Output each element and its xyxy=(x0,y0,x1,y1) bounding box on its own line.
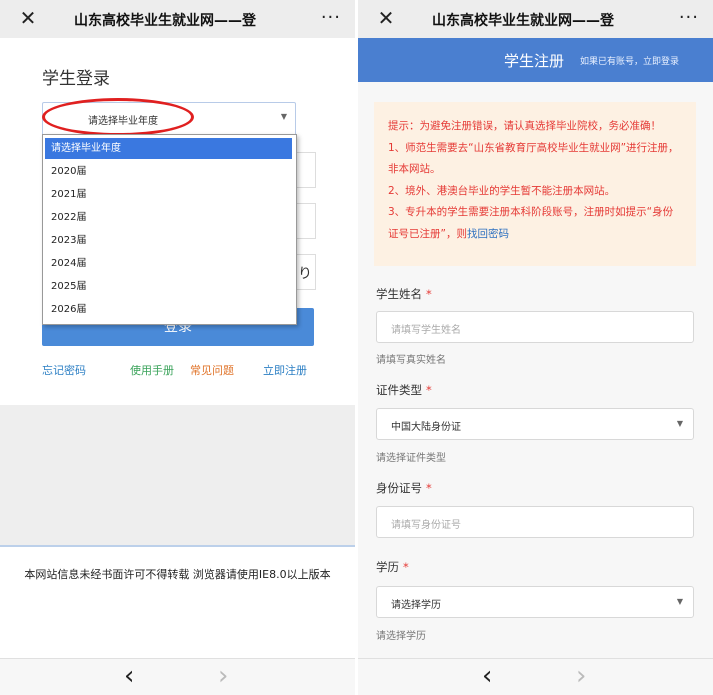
dropdown-option[interactable]: 2022届 xyxy=(45,207,292,228)
close-icon[interactable]: ✕ xyxy=(16,6,40,30)
username-field-edge[interactable] xyxy=(295,152,316,188)
chevron-down-icon: ▼ xyxy=(676,419,683,428)
dropdown-option[interactable]: 2024届 xyxy=(45,253,292,274)
password-field-edge[interactable] xyxy=(295,203,316,239)
faq-link[interactable]: 常见问题 xyxy=(190,362,234,378)
education-label: 学历 * xyxy=(376,559,409,575)
register-header: 学生注册 如果已有账号，立即登录 xyxy=(358,38,713,82)
notice-line: 2、境外、港澳台毕业的学生暂不能注册本网站。 xyxy=(388,184,616,197)
site-footer: 本网站信息未经书面许可不得转载 浏览器请使用IE8.0以上版本 xyxy=(0,545,355,661)
id-number-label: 身份证号 * xyxy=(376,480,432,496)
forward-arrow-icon[interactable]: › xyxy=(576,663,586,689)
dropdown-option[interactable]: 2021届 xyxy=(45,184,292,205)
bottom-nav-bar: ‹ › xyxy=(0,658,355,695)
name-label: 学生姓名 * xyxy=(376,286,432,302)
select-value: 中国大陆身份证 xyxy=(391,422,461,433)
login-link[interactable]: 如果已有账号，立即登录 xyxy=(580,54,679,67)
required-mark: * xyxy=(403,560,409,574)
required-mark: * xyxy=(426,383,432,397)
id-type-hint: 请选择证件类型 xyxy=(376,453,446,464)
id-number-input[interactable]: 请填写身份证号 xyxy=(376,506,694,538)
id-type-select[interactable]: 中国大陆身份证 ▼ xyxy=(376,408,694,440)
recover-password-link[interactable]: 找回密码 xyxy=(467,228,509,240)
chevron-down-icon: ▼ xyxy=(676,597,683,606)
label-text: 学历 xyxy=(376,560,399,574)
notice-line: 1、师范生需要去“山东省教育厅高校毕业生就业网”进行注册，非本网站。 xyxy=(388,141,679,176)
close-icon[interactable]: ✕ xyxy=(374,6,398,30)
bottom-nav-bar: ‹ › xyxy=(358,658,713,695)
captcha-field-edge[interactable]: り xyxy=(295,254,316,290)
more-options-icon[interactable]: ··· xyxy=(321,6,341,30)
dropdown-option[interactable]: 2026届 xyxy=(45,299,292,320)
id-type-label: 证件类型 * xyxy=(376,382,432,398)
dropdown-option[interactable]: 2025届 xyxy=(45,276,292,297)
placeholder-text: 请填写身份证号 xyxy=(391,520,461,531)
name-hint: 请填写真实姓名 xyxy=(376,355,446,366)
annotation-ellipse xyxy=(42,98,194,136)
user-manual-link[interactable]: 使用手册 xyxy=(130,362,174,378)
notice-line: 3、专升本的学生需要注册本科阶段账号，注册时如提示“身份证号已注册”，则找回密码 xyxy=(388,202,682,245)
footer-notice: 本网站信息未经书面许可不得转载 浏览器请使用IE8.0以上版本 xyxy=(24,568,331,581)
required-mark: * xyxy=(426,481,432,495)
refresh-icon[interactable]: り xyxy=(298,263,312,283)
notice-text: 3、专升本的学生需要注册本科阶段账号，注册时如提示“身份证号已注册”，则 xyxy=(388,206,674,240)
register-screen: ✕ 山东高校毕业生就业网——登 ··· 学生注册 如果已有账号，立即登录 提示：… xyxy=(358,0,713,695)
register-title: 学生注册 xyxy=(504,52,565,70)
label-text: 证件类型 xyxy=(376,383,422,397)
login-screen: ✕ 山东高校毕业生就业网——登 ··· 学生登录 り 登录 请选择毕业年度 ▼ … xyxy=(0,0,355,695)
label-text: 学生姓名 xyxy=(376,287,422,301)
login-heading: 学生登录 xyxy=(42,69,110,89)
dropdown-option[interactable]: 2020届 xyxy=(45,161,292,182)
page-title: 山东高校毕业生就业网——登 xyxy=(432,13,614,29)
empty-area xyxy=(0,405,355,545)
education-hint: 请选择学历 xyxy=(376,631,426,642)
back-arrow-icon[interactable]: ‹ xyxy=(482,663,492,689)
register-link[interactable]: 立即注册 xyxy=(263,362,307,378)
page-title: 山东高校毕业生就业网——登 xyxy=(74,13,256,29)
required-mark: * xyxy=(426,287,432,301)
graduation-year-dropdown[interactable]: 请选择毕业年度 2020届 2021届 2022届 2023届 2024届 20… xyxy=(42,134,297,325)
notice-box: 提示：为避免注册错误，请认真选择毕业院校，务必准确！ 1、师范生需要去“山东省教… xyxy=(374,102,696,266)
chevron-down-icon: ▼ xyxy=(280,112,287,121)
forward-arrow-icon[interactable]: › xyxy=(218,663,228,689)
notice-line: 提示：为避免注册错误，请认真选择毕业院校，务必准确！ xyxy=(388,120,661,132)
forgot-password-link[interactable]: 忘记密码 xyxy=(42,362,86,378)
label-text: 身份证号 xyxy=(376,481,422,495)
education-select[interactable]: 请选择学历 ▼ xyxy=(376,586,694,618)
more-options-icon[interactable]: ··· xyxy=(679,6,699,30)
dropdown-option[interactable]: 请选择毕业年度 xyxy=(45,138,292,159)
dropdown-option[interactable]: 2023届 xyxy=(45,230,292,251)
top-nav-bar: ✕ 山东高校毕业生就业网——登 ··· xyxy=(358,0,713,38)
top-nav-bar: ✕ 山东高校毕业生就业网——登 ··· xyxy=(0,0,355,38)
select-value: 请选择学历 xyxy=(391,600,441,611)
student-name-input[interactable]: 请填写学生姓名 xyxy=(376,311,694,343)
back-arrow-icon[interactable]: ‹ xyxy=(124,663,134,689)
placeholder-text: 请填写学生姓名 xyxy=(391,325,461,336)
